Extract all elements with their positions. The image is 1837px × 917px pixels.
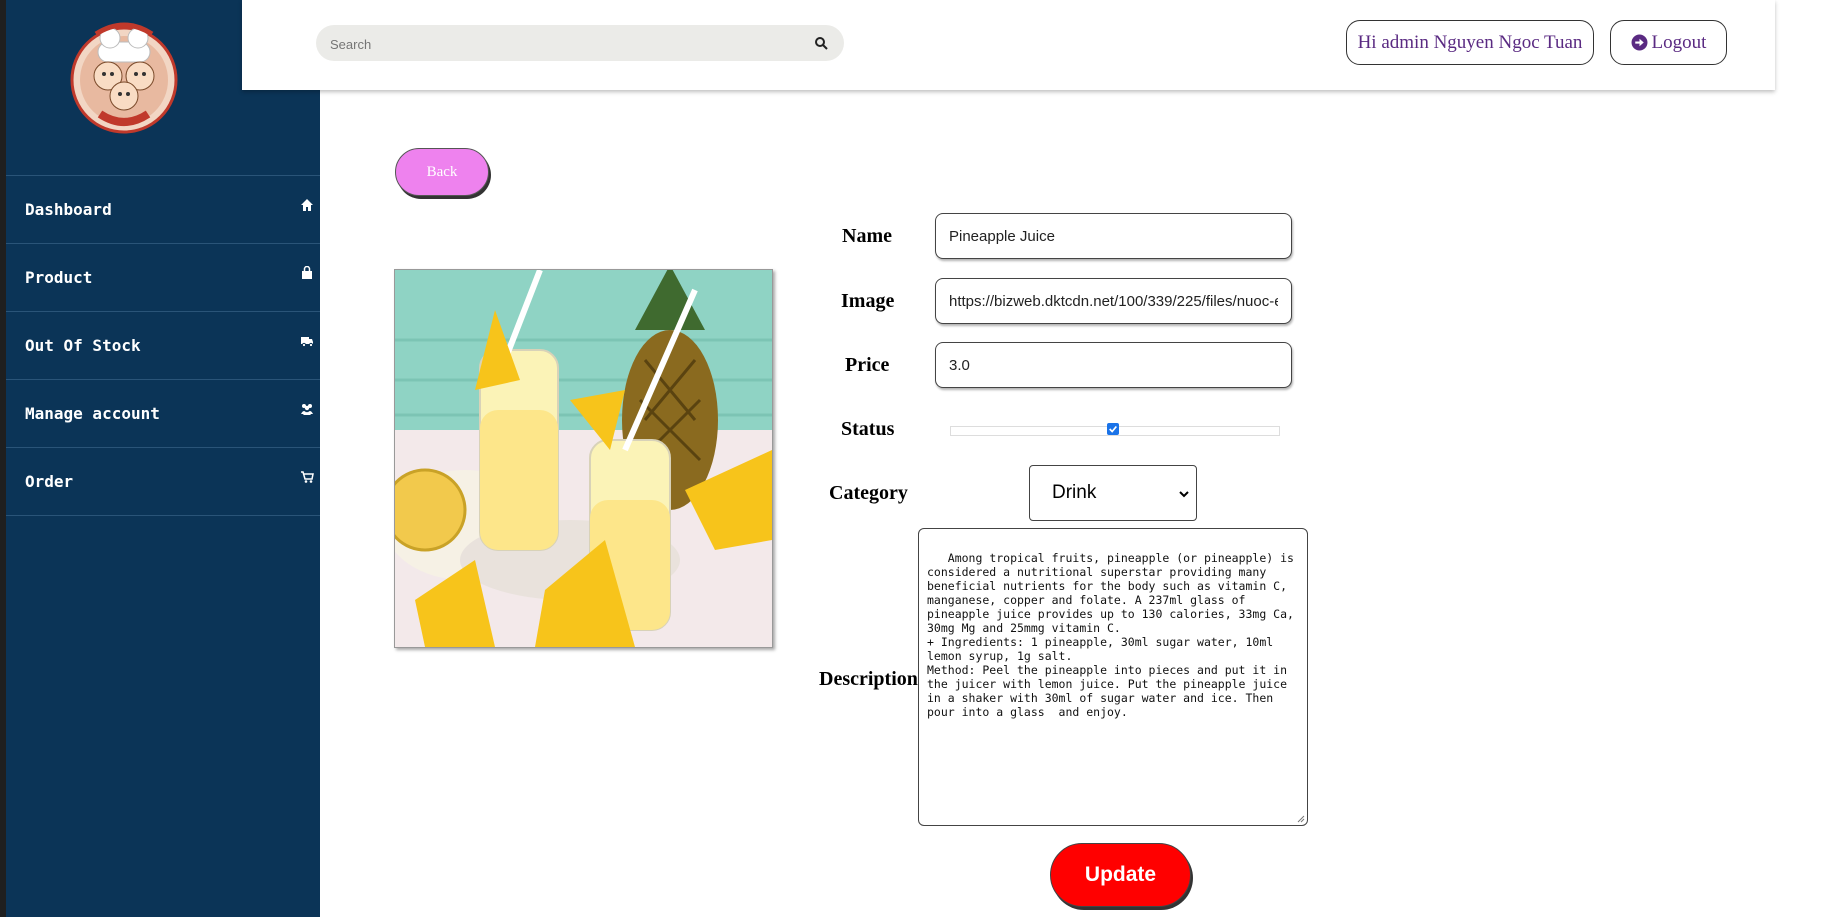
category-label: Category (829, 482, 908, 504)
truck-icon (301, 337, 314, 348)
sidebar-item-label: Manage account (25, 404, 160, 423)
users-icon (301, 404, 313, 415)
search-input[interactable] (328, 31, 802, 57)
sidebar-nav: Dashboard Product Out Of Stock Manage ac… (6, 175, 320, 516)
home-icon (301, 199, 313, 211)
back-button[interactable]: Back (395, 148, 489, 196)
description-text: Among tropical fruits, pineapple (or pin… (927, 551, 1294, 719)
cart-icon (301, 471, 314, 483)
top-bar: Hi admin Nguyen Ngoc Tuan Logout (242, 0, 1775, 90)
logo-icon[interactable] (60, 14, 188, 142)
price-label: Price (845, 354, 890, 376)
category-selected-value: Drink (1052, 482, 1097, 503)
name-field[interactable] (935, 213, 1292, 259)
status-checkbox[interactable] (1107, 423, 1119, 435)
user-greeting-button[interactable]: Hi admin Nguyen Ngoc Tuan (1346, 20, 1594, 65)
chevron-down-icon (1179, 491, 1189, 498)
logout-label: Logout (1651, 31, 1707, 53)
search-icon[interactable] (814, 36, 828, 50)
sidebar-item-label: Out Of Stock (25, 336, 141, 355)
update-label: Update (1084, 863, 1157, 886)
resize-handle-icon[interactable] (1297, 815, 1305, 823)
sidebar: Dashboard Product Out Of Stock Manage ac… (6, 0, 320, 917)
description-label: Description (819, 668, 918, 690)
sidebar-item-label: Order (25, 472, 74, 491)
name-label: Name (842, 225, 892, 247)
image-label: Image (841, 290, 895, 312)
pineapple-juice-photo (395, 270, 772, 647)
search-box (316, 25, 844, 61)
sidebar-item-out-of-stock[interactable]: Out Of Stock (6, 311, 320, 379)
sidebar-item-label: Dashboard (25, 200, 112, 219)
update-button[interactable]: Update (1050, 843, 1191, 907)
sidebar-item-label: Product (25, 268, 93, 287)
shopping-bag-icon (302, 266, 312, 279)
logout-button[interactable]: Logout (1610, 20, 1727, 65)
sidebar-item-order[interactable]: Order (6, 447, 320, 516)
product-image (394, 269, 773, 648)
user-greeting: Hi admin Nguyen Ngoc Tuan (1357, 31, 1583, 53)
price-field[interactable] (935, 342, 1292, 388)
sidebar-item-product[interactable]: Product (6, 243, 320, 311)
back-label: Back (426, 163, 458, 180)
image-url-field[interactable] (935, 278, 1292, 324)
checkmark-icon (1109, 425, 1117, 433)
sidebar-item-manage-account[interactable]: Manage account (6, 379, 320, 447)
sidebar-item-dashboard[interactable]: Dashboard (6, 175, 320, 243)
description-textarea[interactable]: Among tropical fruits, pineapple (or pin… (918, 528, 1308, 826)
status-label: Status (841, 418, 895, 440)
logout-icon (1631, 34, 1648, 51)
category-select[interactable]: Drink (1029, 465, 1197, 521)
